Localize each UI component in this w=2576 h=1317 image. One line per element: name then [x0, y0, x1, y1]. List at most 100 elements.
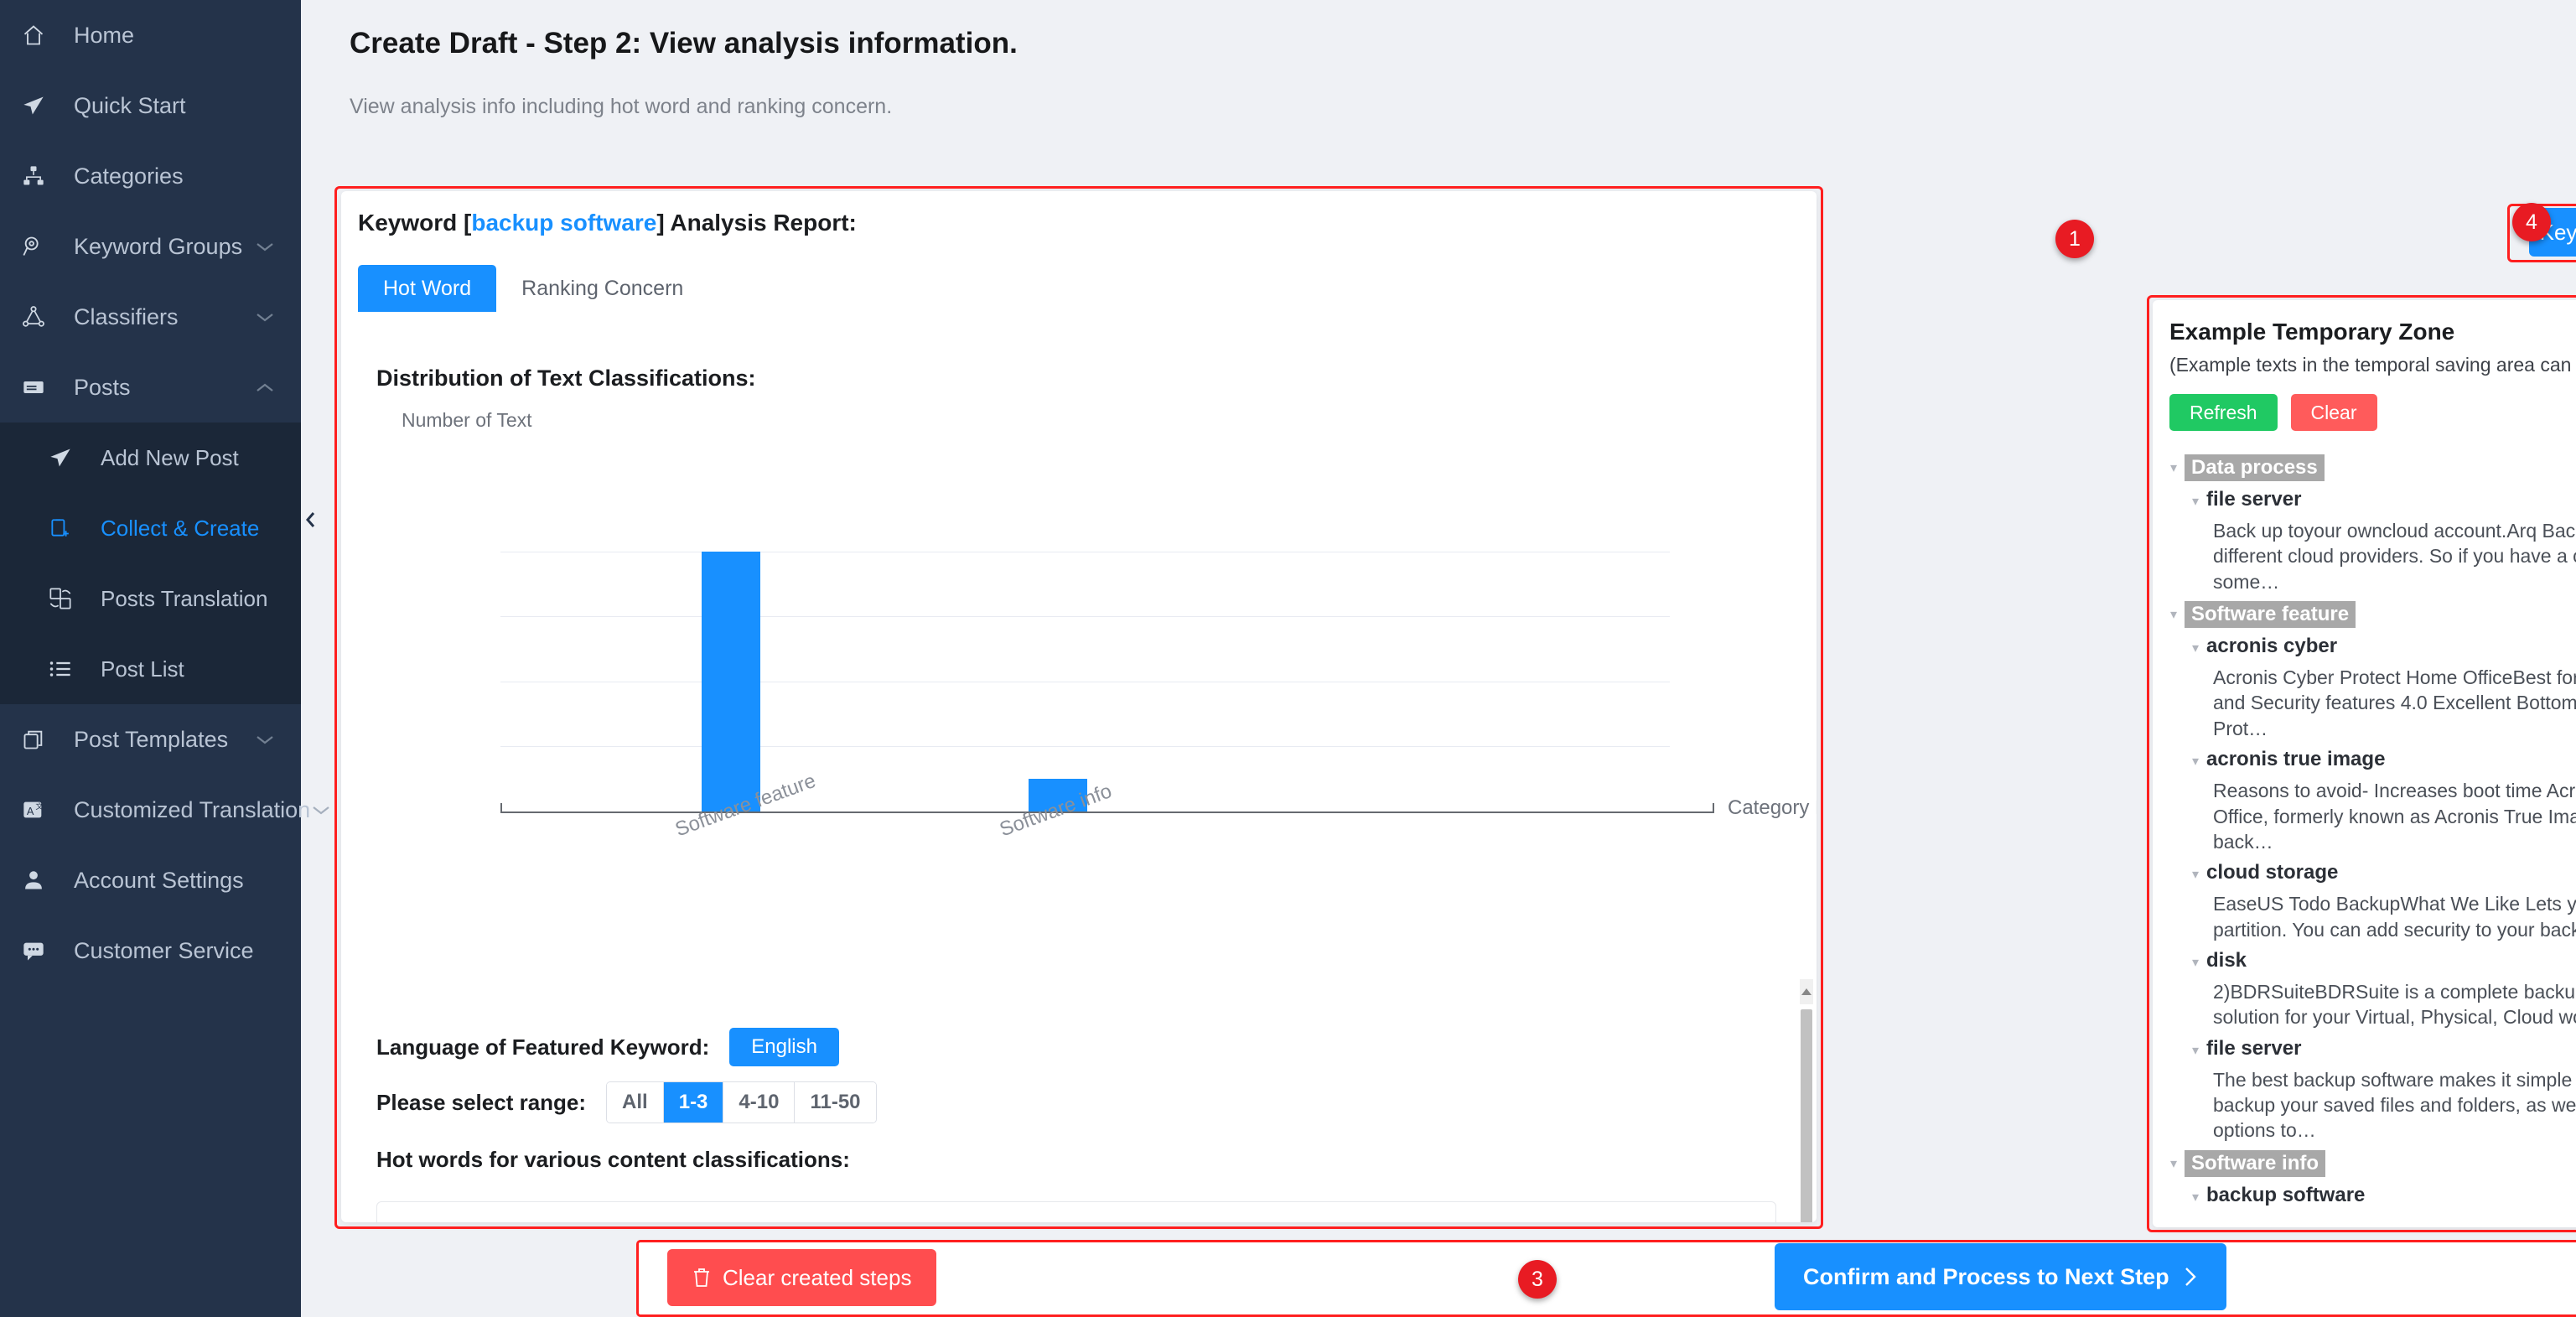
tree-child-row[interactable]: ▾ file server [2163, 1034, 2576, 1064]
trash-icon [692, 1268, 711, 1288]
chart-heading: Distribution of Text Classifications: [376, 366, 756, 391]
caret-down-icon[interactable]: ▾ [2185, 1037, 2206, 1059]
tree-child-row[interactable]: ▾ backup software [2163, 1180, 2576, 1211]
x-axis-end-cap [1713, 803, 1714, 813]
caret-down-icon[interactable]: ▾ [2185, 635, 2206, 656]
left-card-scrollbar[interactable] [1800, 979, 1813, 1222]
language-row: Language of Featured Keyword: English [376, 1028, 839, 1066]
language-value-button[interactable]: English [729, 1028, 839, 1066]
sidebar-item-label: Classifiers [74, 303, 179, 329]
tree-leaf-row[interactable]: Best backup software featuresWhile most … [2163, 1211, 2576, 1214]
sidebar-item-classifiers[interactable]: Classifiers [0, 282, 301, 352]
sidebar-item-post-templates[interactable]: Post Templates [0, 704, 301, 775]
user-icon [22, 868, 60, 892]
temp-zone-title: Example Temporary Zone [2169, 319, 2455, 345]
tree-child-label: file server [2206, 488, 2302, 511]
clear-button[interactable]: Clear [2290, 394, 2377, 431]
sidebar-item-post-list[interactable]: Post List [0, 634, 301, 704]
caret-down-icon[interactable]: ▾ [2185, 1184, 2206, 1206]
tree-child-row[interactable]: ▾ acronis true image [2163, 744, 2576, 775]
sidebar-item-label: Customer Service [74, 937, 254, 963]
tree-leaf-text: Acronis Cyber Protect Home OfficeBest fo… [2213, 666, 2576, 739]
caret-down-icon[interactable]: ▾ [2185, 861, 2206, 883]
page-subtitle: View analysis info including hot word an… [350, 95, 893, 118]
range-option-11-50[interactable]: 11-50 [795, 1082, 876, 1123]
tree-group-row[interactable]: ▾ Software feature [2163, 598, 2576, 631]
report-keyword: backup software [471, 210, 657, 236]
tree-group: ▾ Software feature ▾ acronis cyber Acronis C… [2163, 598, 2576, 1147]
tree-child-label: cloud storage [2206, 861, 2339, 884]
paper-plane-icon [49, 446, 87, 469]
range-option-all[interactable]: All [607, 1082, 664, 1123]
sidebar-item-account-settings[interactable]: Account Settings [0, 845, 301, 915]
tree-leaf-row[interactable]: 2)BDRSuiteBDRSuite is a complete backup … [2163, 976, 2576, 1034]
confirm-next-step-button[interactable]: Confirm and Process to Next Step [1775, 1243, 2226, 1310]
sidebar-item-customer-service[interactable]: Customer Service [0, 915, 301, 986]
range-option-4-10[interactable]: 4-10 [723, 1082, 796, 1123]
tree-group-row[interactable]: ▾ Data process [2163, 451, 2576, 485]
hot-words-heading: Hot words for various content classifica… [376, 1147, 850, 1172]
caret-down-icon[interactable]: ▾ [2185, 949, 2206, 971]
tree-leaf-row[interactable]: EaseUS Todo BackupWhat We Like Lets you … [2163, 888, 2576, 946]
sidebar-collapse-handle[interactable] [301, 496, 319, 543]
paper-plane-icon [22, 94, 60, 117]
chevron-up-icon[interactable] [254, 381, 279, 394]
range-label: Please select range: [376, 1089, 587, 1115]
tab-ranking-concern[interactable]: Ranking Concern [496, 265, 709, 312]
tree-child-row[interactable]: ▾ disk [2163, 946, 2576, 976]
chart-y-axis-title: Number of Text [402, 409, 532, 431]
tab-hot-word[interactable]: Hot Word [358, 265, 497, 312]
sidebar-item-categories[interactable]: Categories [0, 141, 301, 211]
step-badge-1: 1 [2055, 220, 2094, 258]
range-option-1-3[interactable]: 1-3 [663, 1082, 724, 1123]
document-icon [22, 376, 60, 399]
tree-child-row[interactable]: ▾ acronis cyber [2163, 631, 2576, 661]
bar-software-feature[interactable] [702, 552, 760, 811]
tree-child-row[interactable]: ▾ file server [2163, 485, 2576, 515]
tree-leaf-row[interactable]: Back up toyour owncloud account.Arq Back… [2163, 515, 2576, 598]
sidebar-item-customized-translation[interactable]: A 文 Customized Translation [0, 775, 329, 845]
sidebar-item-keyword-groups[interactable]: Keyword Groups [0, 211, 301, 282]
tree-leaf-text: EaseUS Todo BackupWhat We Like Lets you … [2213, 893, 2576, 941]
sidebar-item-label: Post List [101, 656, 184, 682]
chevron-down-icon[interactable] [254, 310, 279, 324]
sidebar-item-quick-start[interactable]: Quick Start [0, 70, 301, 141]
caret-down-icon[interactable]: ▾ [2185, 748, 2206, 770]
caret-down-icon[interactable]: ▾ [2163, 454, 2185, 476]
chevron-down-icon[interactable] [254, 733, 279, 746]
sidebar-item-posts[interactable]: Posts [0, 352, 301, 423]
left-card-scroll-up-icon[interactable] [1800, 979, 1813, 1004]
report-title: Keyword [backup software] Analysis Repor… [358, 210, 857, 236]
sidebar-item-home[interactable]: Home [0, 0, 301, 70]
caret-down-icon[interactable]: ▾ [2163, 601, 2185, 623]
tree-leaf-row[interactable]: Acronis Cyber Protect Home OfficeBest fo… [2163, 661, 2576, 744]
home-icon [22, 23, 60, 47]
tree-group-row[interactable]: ▾ Software info [2163, 1147, 2576, 1180]
clear-created-steps-button[interactable]: Clear created steps [667, 1249, 937, 1306]
caret-down-icon[interactable]: ▾ [2163, 1150, 2185, 1172]
page-title: Create Draft - Step 2: View analysis inf… [350, 27, 1018, 60]
tree-group: ▾ Data process ▾ file server Back up toyour … [2163, 451, 2576, 598]
left-card-scroll-thumb[interactable] [1801, 1009, 1812, 1222]
chevron-right-icon [2183, 1266, 2198, 1288]
tree-leaf-text: The best backup software makes it simple… [2213, 1068, 2576, 1142]
sidebar-item-add-new-post[interactable]: Add New Post [0, 423, 301, 493]
step-badge-4: 4 [2512, 203, 2551, 241]
translate-box-icon: A文 [22, 798, 60, 822]
sidebar-item-label: Home [74, 22, 135, 48]
tree-leaf-row[interactable]: The best backup software makes it simple… [2163, 1064, 2576, 1147]
confirm-next-step-label: Confirm and Process to Next Step [1803, 1263, 2169, 1289]
refresh-button[interactable]: Refresh [2169, 394, 2278, 431]
caret-down-icon[interactable]: ▾ [2185, 488, 2206, 510]
chevron-down-icon[interactable] [254, 240, 279, 253]
hot-words-box: Software feature file server ( 2 )Exampl… [376, 1201, 1776, 1222]
layers-icon [22, 728, 60, 751]
temp-zone-tree: ▾ Data process ▾ file server Back up toyour … [2163, 451, 2576, 1214]
sitemap-icon [22, 164, 60, 188]
report-title-suffix: ] Analysis Report: [656, 210, 857, 236]
tree-leaf-row[interactable]: Reasons to avoid- Increases boot time Ac… [2163, 775, 2576, 858]
sidebar-item-posts-translation[interactable]: Posts Translation [0, 563, 301, 634]
tree-child-row[interactable]: ▾ cloud storage [2163, 858, 2576, 888]
app-root: Home Quick Start Categories Keyword Groups C… [0, 0, 2576, 1317]
sidebar-item-collect-create[interactable]: Collect & Create [0, 493, 301, 563]
